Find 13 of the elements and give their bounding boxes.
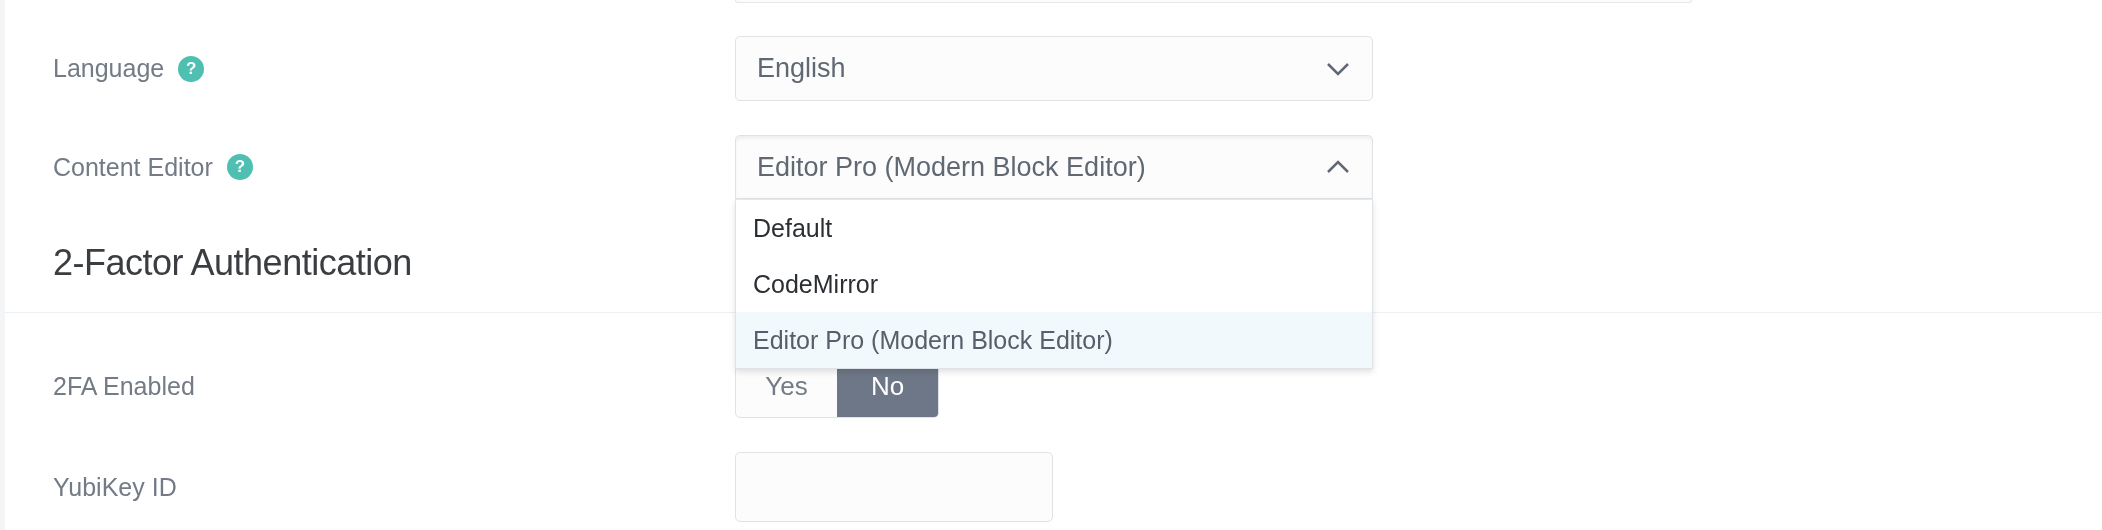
chevron-up-icon [1326,160,1350,174]
field-label: Language [53,54,165,83]
dropdown-option[interactable]: Default [736,200,1372,256]
input-field[interactable] [735,452,1053,522]
dropdown-option[interactable]: CodeMirror [736,256,1372,312]
select-dropdown[interactable]: Editor Pro (Modern Block Editor) [735,135,1373,199]
field-label: 2FA Enabled [53,372,195,401]
field-label: Content Editor [53,152,213,182]
dropdown-option[interactable]: Editor Pro (Modern Block Editor) [736,312,1372,368]
chevron-down-icon [1326,61,1350,76]
section-heading: 2-Factor Authentication [53,241,412,285]
field-label: YubiKey ID [53,472,177,502]
select-dropdown[interactable]: English [735,36,1373,101]
